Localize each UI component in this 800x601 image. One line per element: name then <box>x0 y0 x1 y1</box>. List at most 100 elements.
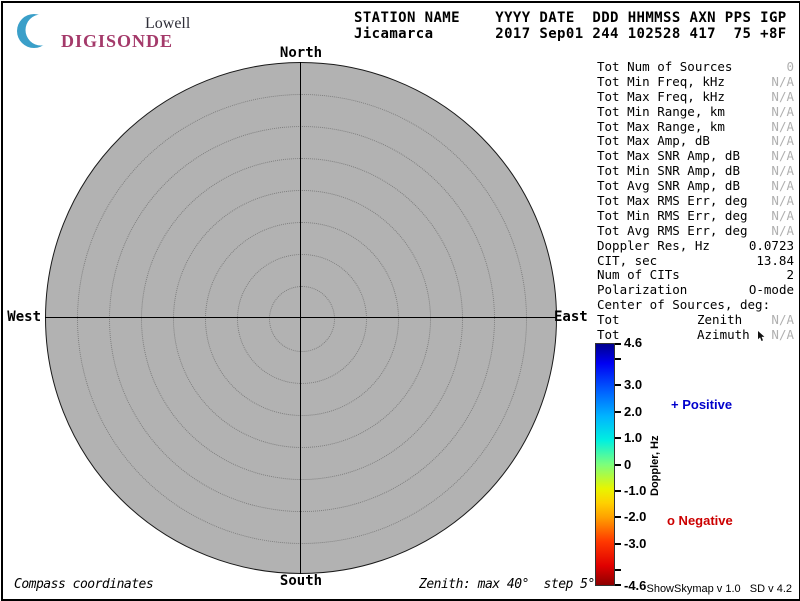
showskymap-window: Lowell DIGISONDE STATION NAME YYYY DATE … <box>1 1 800 601</box>
coordinate-system-label: Compass coordinates <box>14 577 153 592</box>
stat-value: N/A <box>771 328 794 343</box>
zenith-range-label: Zenith: max 40° step 5° <box>419 577 595 592</box>
stat-value: N/A <box>771 149 794 164</box>
stat-label: Center of Sources, deg: <box>597 298 770 313</box>
colorbar-tick <box>615 464 621 466</box>
stat-value: N/A <box>771 164 794 179</box>
colorbar-tick <box>615 343 621 345</box>
stat-row: Polarization O-mode <box>597 283 794 298</box>
stat-label: Tot Avg SNR Amp, dB <box>597 179 740 194</box>
stat-label: Tot Min Range, km <box>597 105 725 120</box>
stat-value: N/A <box>771 313 794 328</box>
stat-label: Tot Max Amp, dB <box>597 134 710 149</box>
header-column-titles: STATION NAME YYYY DATE DDD HHMMSS AXN PP… <box>354 10 787 26</box>
header-station-values: Jicamarca 2017 Sep01 244 102528 417 75 +… <box>354 26 787 42</box>
colorbar-tick-label: -1.0 <box>624 483 646 498</box>
colorbar-tick-label: 1.0 <box>624 430 642 445</box>
colorbar-tick-label: 2.0 <box>624 404 642 419</box>
negative-doppler-legend: o Negative <box>667 513 733 528</box>
colorbar-tick <box>615 384 621 386</box>
colorbar-tick-label: -3.0 <box>624 536 646 551</box>
skymap-plot <box>45 62 557 574</box>
lowell-crescent-icon <box>15 11 53 51</box>
colorbar-tick-label: 4.6 <box>624 335 642 350</box>
stat-row: Tot Max Amp, dB N/A <box>597 134 794 149</box>
colorbar-tick-label: 3.0 <box>624 377 642 392</box>
colorbar-tick <box>615 437 621 439</box>
stat-label: Tot Min RMS Err, deg <box>597 209 748 224</box>
colorbar-tick <box>615 358 621 360</box>
stat-row: Tot Num of Sources 0 <box>597 60 794 75</box>
stat-row: Tot Max Range, km N/A <box>597 120 794 135</box>
stat-row: Tot Max Freq, kHz N/A <box>597 90 794 105</box>
direction-label-south: South <box>280 573 322 589</box>
stat-row: Tot Zenith N/A <box>597 313 794 328</box>
stat-value: N/A <box>771 224 794 239</box>
stat-value: N/A <box>771 75 794 90</box>
stat-row: Tot Avg SNR Amp, dB N/A <box>597 179 794 194</box>
stat-value: 13.84 <box>756 254 794 269</box>
colorbar-tick <box>615 490 621 492</box>
stat-value: N/A <box>771 105 794 120</box>
skymap-vertical-axis <box>300 62 301 574</box>
stat-value: N/A <box>771 90 794 105</box>
direction-label-north: North <box>280 45 322 61</box>
stat-label: Tot Min Freq, kHz <box>597 75 725 90</box>
stat-value: N/A <box>771 209 794 224</box>
colorbar-tick <box>615 569 621 571</box>
stat-row: Center of Sources, deg: <box>597 298 794 313</box>
stat-label: Tot Avg RMS Err, deg <box>597 224 748 239</box>
colorbar-tick-label: -4.6 <box>624 578 646 593</box>
colorbar-ticks: 4.63.02.01.00-1.0-2.0-3.0-4.6 <box>595 343 655 586</box>
stat-value: O-mode <box>749 283 794 298</box>
logo-digisonde-text: DIGISONDE <box>61 31 173 52</box>
stat-row: Tot Min Freq, kHz N/A <box>597 75 794 90</box>
stats-panel: Tot Num of Sources0Tot Min Freq, kHzN/AT… <box>597 60 794 343</box>
stat-sublabel: Azimuth <box>697 328 750 343</box>
colorbar-tick <box>615 584 621 586</box>
stat-row: Tot Min Range, km N/A <box>597 105 794 120</box>
colorbar-tick <box>615 516 621 518</box>
stat-row: Tot Avg RMS Err, deg N/A <box>597 224 794 239</box>
stat-value: N/A <box>771 120 794 135</box>
stat-sublabel: Zenith <box>697 313 742 328</box>
stat-value: N/A <box>771 194 794 209</box>
stat-row: Num of CITs 2 <box>597 268 794 283</box>
direction-label-east: East <box>554 309 588 325</box>
mouse-cursor-icon <box>757 331 766 346</box>
stat-value: N/A <box>771 134 794 149</box>
stat-row: Tot Min RMS Err, deg N/A <box>597 209 794 224</box>
skymap-horizontal-axis <box>45 317 557 318</box>
direction-label-west: West <box>7 309 41 325</box>
stat-row: Tot Max SNR Amp, dB N/A <box>597 149 794 164</box>
stat-label: Tot Min SNR Amp, dB <box>597 164 740 179</box>
positive-doppler-legend: + Positive <box>671 397 732 412</box>
stat-value: 0.0723 <box>749 239 794 254</box>
stat-value: 0 <box>786 60 794 75</box>
colorbar-axis-label: Doppler, Hz <box>649 425 663 507</box>
zenith-ring <box>77 94 527 544</box>
colorbar-tick <box>615 543 621 545</box>
stat-value: N/A <box>771 179 794 194</box>
stat-label: Tot Max RMS Err, deg <box>597 194 748 209</box>
colorbar-tick <box>615 411 621 413</box>
stat-label: Tot <box>597 328 620 343</box>
version-label: ShowSkymap v 1.0 SD v 4.2 <box>646 583 792 595</box>
stat-row: CIT, sec 13.84 <box>597 254 794 269</box>
stat-label: Tot <box>597 313 620 328</box>
stat-label: Doppler Res, Hz <box>597 239 710 254</box>
stat-label: Tot Num of Sources <box>597 60 732 75</box>
stat-label: Tot Max Range, km <box>597 120 725 135</box>
stat-label: Tot Max SNR Amp, dB <box>597 149 740 164</box>
stat-label: CIT, sec <box>597 254 657 269</box>
stat-row: Tot Min SNR Amp, dB N/A <box>597 164 794 179</box>
stat-row: Doppler Res, Hz 0.0723 <box>597 239 794 254</box>
stat-label: Num of CITs <box>597 268 680 283</box>
stat-label: Polarization <box>597 283 687 298</box>
stat-row: Tot Max RMS Err, deg N/A <box>597 194 794 209</box>
stat-label: Tot Max Freq, kHz <box>597 90 725 105</box>
colorbar-tick-label: -2.0 <box>624 509 646 524</box>
lowell-digisonde-logo: Lowell DIGISONDE <box>15 9 245 51</box>
stat-value: 2 <box>786 268 794 283</box>
colorbar-tick-label: 0 <box>624 457 631 472</box>
